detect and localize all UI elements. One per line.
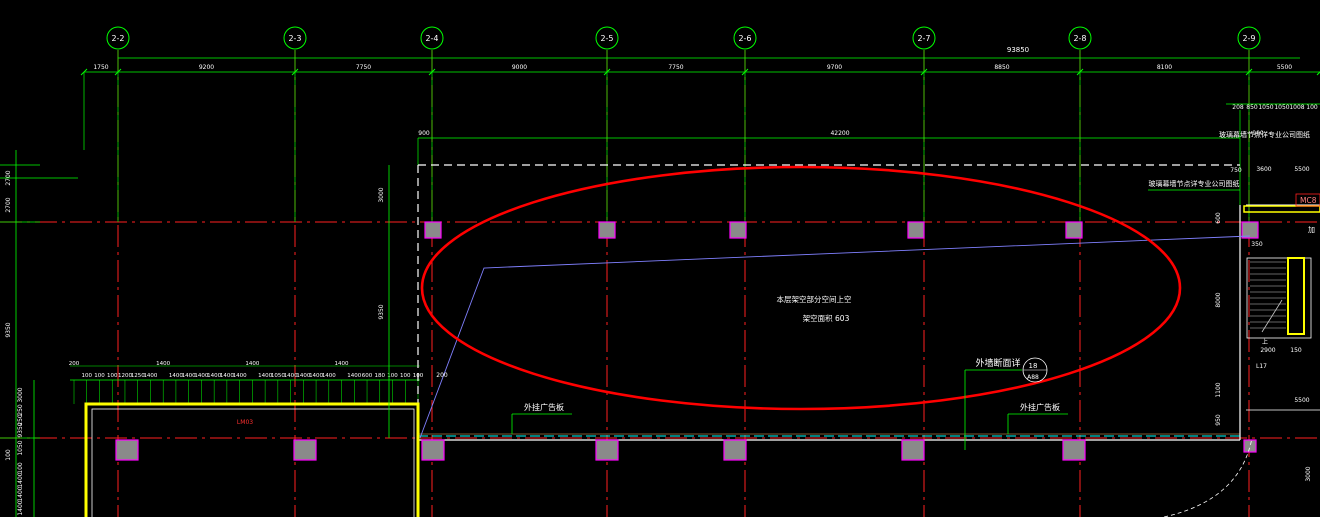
right-dim-8000: 8000 (1215, 292, 1222, 307)
column-bottom-6 (901, 439, 925, 461)
secondary-dim-900: 900 (418, 130, 430, 137)
curtain-wall-note-b: 玻璃幕墙节点详专业公司图纸 (1149, 179, 1240, 188)
left-dimension-text-1: 2700 (5, 197, 12, 212)
column-top-3 (729, 221, 747, 239)
right-dim-150: 150 (1290, 347, 1302, 354)
column-top-4 (907, 221, 925, 239)
mullion-dimension-text-20: 1400 (322, 373, 336, 379)
void-area-size: 架空面积 603 (803, 313, 850, 323)
right-top-dim-2: 1050 (1258, 104, 1273, 111)
mullion-dimension-text-13: 1400 (233, 373, 247, 379)
top-dimension-text-8: 5500 (1277, 64, 1292, 71)
mullion-dimension-text-14: 1400 (245, 361, 259, 367)
top-dimension-text-0: 1750 (93, 64, 108, 71)
axis-bubble-label-2-7: 2-7 (917, 34, 930, 43)
wall-section-callout-sheet: A88 (1027, 374, 1039, 381)
cad-drawing-canvas: 1750 9200 7750 9000 7750 9700 8850 8100 5500 2700… (0, 0, 1320, 517)
mullion-dimension-text-3: 100 (107, 373, 118, 379)
signboard-label-left: 外挂广告板 (524, 402, 564, 412)
right-dim-5500b: 5500 (1294, 397, 1309, 404)
axis-bubble-label-2-9: 2-9 (1242, 34, 1255, 43)
right-dim-3000: 3000 (1305, 466, 1312, 481)
right-dim-600: 600 (1215, 212, 1222, 224)
axis-bubble-label-2-5: 2-5 (600, 34, 613, 43)
right-top-dim-1: 850 (1246, 104, 1258, 111)
axis-bubble-label-2-4: 2-4 (425, 34, 438, 43)
secondary-dim-42200: 42200 (830, 130, 849, 137)
axis-bubble-label-2-3: 2-3 (288, 34, 301, 43)
right-dim-3600: 3600 (1256, 166, 1271, 173)
column-top-2 (598, 221, 616, 239)
column-bottom-8 (1243, 439, 1257, 453)
left-dimension-text-3: 3000 (17, 387, 24, 402)
right-top-dim-0: 208 (1232, 104, 1244, 111)
mullion-dimension-text-24: 180 (375, 373, 386, 379)
stair-label-shang: 上 (1262, 338, 1268, 346)
stair-label-l17: L17 (1256, 363, 1267, 370)
right-top-dim-4: 1008 (1289, 104, 1304, 111)
left-dimension-text-11: 1400 (17, 486, 24, 501)
column-bottom-5 (723, 439, 747, 461)
column-bottom-2 (293, 439, 317, 461)
mullion-dimension-text-0: 200 (69, 361, 80, 367)
axis-bubble-label-2-2: 2-2 (111, 34, 124, 43)
right-dim-1100: 1100 (1215, 382, 1222, 397)
mullion-dimension-text-21: 1400 (335, 361, 349, 367)
axis-bubble-label-2-8: 2-8 (1073, 34, 1086, 43)
top-dimension-text-3: 9000 (512, 64, 527, 71)
top-dimension-text-5: 9700 (827, 64, 842, 71)
curtain-wall-note-a: 玻璃幕墙节点详专业公司图纸 (1219, 130, 1310, 139)
void-area-title: 本层架空部分空间上空 (777, 294, 852, 304)
right-dim-5500a: 5500 (1294, 166, 1309, 173)
left-dimension-text-7: 250 (17, 404, 24, 416)
stair-label-jia: 加 (1308, 225, 1315, 234)
column-top-1 (424, 221, 442, 239)
right-dim-350: 350 (1251, 241, 1263, 248)
axis-bubble-label-2-6: 2-6 (738, 34, 751, 43)
signboard-label-right: 外挂广告板 (1020, 402, 1060, 412)
dim-3000-vertical: 3000 (378, 187, 385, 202)
mullion-dimension-text-6: 1400 (143, 373, 157, 379)
left-dimension-text-2: 9350 (5, 322, 12, 337)
wall-section-callout-num: 18 (1029, 362, 1038, 370)
lower-left-block-tag: LM03 (237, 419, 253, 426)
door-tag-mc8: MC8 (1300, 196, 1317, 205)
column-bottom-4 (595, 439, 619, 461)
top-dimension-text-2: 7750 (356, 64, 371, 71)
dim-200-mid: 200 (436, 372, 448, 379)
top-dimension-text-7: 8100 (1157, 64, 1172, 71)
mullion-dimension-text-22: 1400 (347, 373, 361, 379)
left-dimension-text-9: 100 (17, 462, 24, 474)
left-dimension-text-0: 2700 (5, 170, 12, 185)
right-dim-2900: 2900 (1260, 347, 1275, 354)
mullion-dimension-text-23: 600 (362, 373, 373, 379)
left-dimension-text-8: 1050 (17, 440, 24, 455)
column-bottom-7 (1062, 439, 1086, 461)
overall-dimension-text: 93850 (1007, 46, 1029, 54)
mullion-dimension-text-2: 100 (94, 373, 105, 379)
right-dim-900: 900 (1252, 130, 1264, 137)
column-bottom-3 (421, 439, 445, 461)
right-dim-750: 750 (1230, 167, 1242, 174)
left-dimension-text-10: 1400 (17, 472, 24, 487)
top-dimension-text-4: 7750 (668, 64, 683, 71)
top-dimension-text-1: 9200 (199, 64, 214, 71)
mullion-dimension-text-26: 100 (400, 373, 411, 379)
right-dim-950: 950 (1215, 414, 1222, 426)
column-bottom-1 (115, 439, 139, 461)
column-top-6 (1241, 221, 1259, 239)
wall-section-callout-label: 外墙断面详 (975, 357, 1020, 369)
top-dimension-text-6: 8850 (994, 64, 1009, 71)
left-dimension-text-12: 1400 (17, 500, 24, 515)
right-top-dim-3: 1050 (1274, 104, 1289, 111)
mullion-dimension-text-7: 1400 (156, 361, 170, 367)
right-top-dim-5: 100 (1306, 104, 1318, 111)
dim-9350-mid-vertical: 9350 (378, 304, 385, 319)
column-top-5 (1065, 221, 1083, 239)
mullion-dimension-text-1: 100 (81, 373, 92, 379)
left-dimension-text-5: 100 (5, 449, 12, 461)
